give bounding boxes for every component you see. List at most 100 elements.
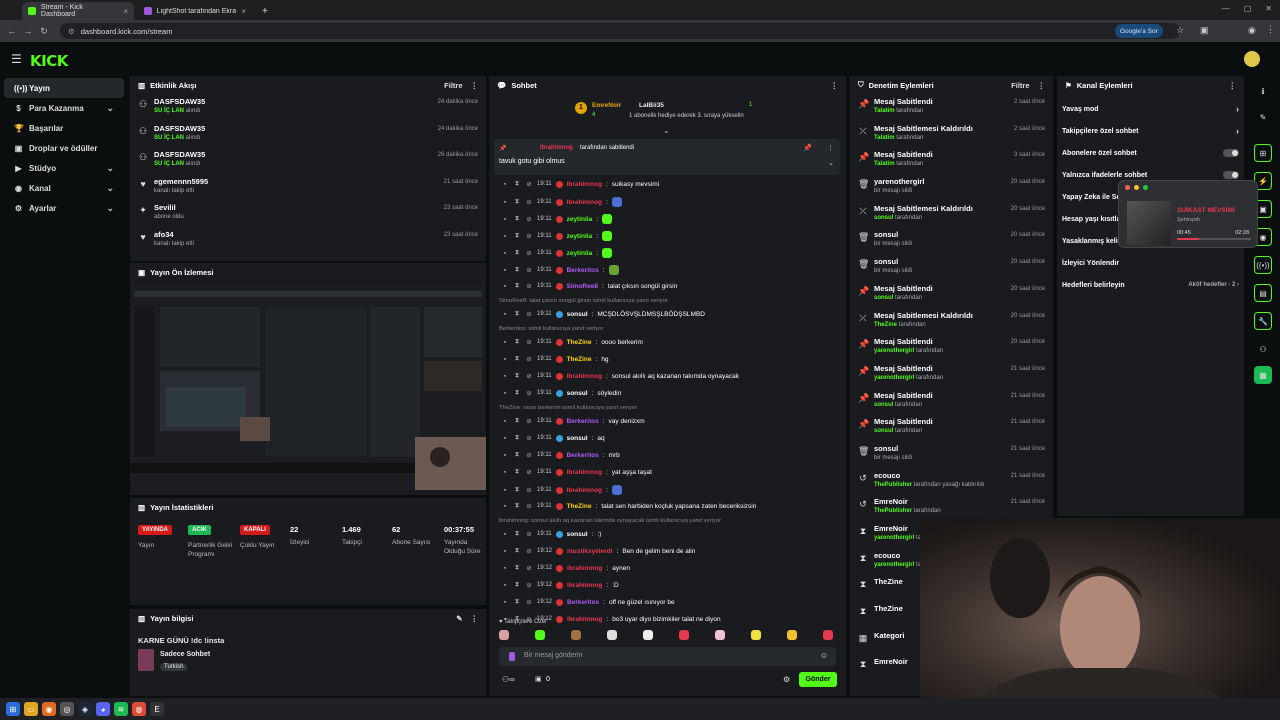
pin-message-icon[interactable]: ▪ <box>501 356 509 363</box>
message-username[interactable]: mustiksyelerdi <box>567 548 613 555</box>
timeout-icon[interactable]: ⧗ <box>513 180 521 188</box>
chat-message[interactable]: ▪ ⧗ ⊘ 19:11 sonsul::) <box>501 530 601 538</box>
steam-icon[interactable]: ◈ <box>78 702 92 716</box>
spotify-icon[interactable]: ≋ <box>114 702 128 716</box>
ban-icon[interactable]: ⊘ <box>525 266 533 274</box>
timeout-icon[interactable]: ⧗ <box>513 266 521 274</box>
channel-action-item[interactable]: Abonelere özel sohbet <box>1057 142 1244 164</box>
epic-games-icon[interactable]: E <box>150 702 164 716</box>
close-tab-icon[interactable]: × <box>241 7 246 16</box>
profile-icon[interactable]: ◉ <box>1248 25 1256 36</box>
timeout-icon[interactable]: ⧗ <box>513 338 521 346</box>
message-username[interactable]: Berkeritos <box>567 418 599 425</box>
message-username[interactable]: sonsul <box>567 390 588 397</box>
pencil-icon[interactable]: ✎ <box>1254 108 1272 126</box>
window-controls[interactable]: — ▢ ✕ <box>1222 4 1272 13</box>
file-explorer-icon[interactable]: ▭ <box>24 702 38 716</box>
close-window-icon[interactable]: ✕ <box>1265 4 1272 13</box>
timeout-icon[interactable]: ⧗ <box>513 417 521 425</box>
wrench-icon[interactable]: 🔧 <box>1254 312 1272 330</box>
timeout-icon[interactable]: ⧗ <box>513 451 521 459</box>
moderation-item[interactable]: 📌 Mesaj Sabitlendi sonsul tarafından 21 saa… <box>850 414 1053 441</box>
ban-icon[interactable]: ⊘ <box>525 468 533 476</box>
windows-start-icon[interactable]: ⊞ <box>6 702 20 716</box>
timeout-icon[interactable]: ⧗ <box>513 564 521 572</box>
site-info-icon[interactable]: ⚙ <box>68 27 75 36</box>
pin-message-icon[interactable]: ▪ <box>501 216 509 223</box>
chevron-down-icon[interactable]: ⌄ <box>106 203 114 214</box>
moderation-item[interactable]: 🗑 sonsul bir mesajı sildi 20 saat önce <box>850 254 1053 281</box>
forward-icon[interactable]: → <box>20 26 36 36</box>
sidebar-item-3[interactable]: ▣ Droplar ve ödüller <box>4 138 124 158</box>
timeout-icon[interactable]: ⧗ <box>513 249 521 257</box>
message-username[interactable]: sonsul <box>567 435 588 442</box>
activity-item[interactable]: ⚇ DASFSDAW35 SU İÇ LAN alındı 24 dakika önc… <box>130 94 486 121</box>
send-button[interactable]: Gönder <box>799 672 837 687</box>
toggle-switch[interactable] <box>1223 149 1239 157</box>
pin-message-icon[interactable]: ▪ <box>501 339 509 346</box>
timeout-icon[interactable]: ⧗ <box>513 547 521 555</box>
moderation-item[interactable]: 📌 Mesaj Sabitlendi Talatim tarafından 2 saa… <box>850 94 1053 121</box>
chevron-right-icon[interactable]: › <box>1236 126 1239 136</box>
timeout-icon[interactable]: ⧗ <box>513 389 521 397</box>
chat-message[interactable]: ▪ ⧗ ⊘ 19:11 sonsul: MCŞDLÖSVŞLDMSŞLBÖDŞSLMBD <box>501 310 705 318</box>
firefox-icon[interactable]: ◉ <box>42 702 56 716</box>
emote-icon[interactable] <box>643 630 653 640</box>
tab-stream[interactable]: Stream - Kick Dashboard × <box>22 2 134 20</box>
moderation-item[interactable]: 📌 Mesaj Sabitlendi sonsul tarafından 21 saa… <box>850 388 1053 415</box>
kick-logo[interactable]: KICK <box>30 52 68 70</box>
ban-icon[interactable]: ⊘ <box>525 598 533 606</box>
info-more-icon[interactable]: ⋮ <box>471 614 479 623</box>
emote-icon[interactable] <box>823 630 833 640</box>
gift-box-icon[interactable]: ▦ <box>1254 366 1272 384</box>
chevron-down-icon[interactable]: ⌄ <box>106 103 114 114</box>
chat-message[interactable]: ▪ ⧗ ⊘ 19:11 lbrahimnog: <box>501 485 622 495</box>
timeout-icon[interactable]: ⧗ <box>513 215 521 223</box>
chat-message[interactable]: ▪ ⧗ ⊘ 19:11 sonsul: söyledin <box>501 389 621 397</box>
channel-action-item[interactable]: Takipçilere özel sohbet › <box>1057 120 1244 142</box>
chat-message[interactable]: ▪ ⧗ ⊘ 19:12 lbrahimnog: aynen <box>501 564 630 572</box>
moderation-filter-button[interactable]: Filtre <box>1011 81 1029 90</box>
emote-icon[interactable] <box>715 630 725 640</box>
moderation-item[interactable]: 🗑 sonsul bir mesajı sildi 21 saat önce <box>850 441 1053 468</box>
minimize-icon[interactable]: — <box>1222 4 1230 13</box>
pin-message-icon[interactable]: ▪ <box>501 487 509 494</box>
chat-message[interactable]: ▪ ⧗ ⊘ 19:11 sonsul: aq <box>501 434 605 442</box>
timeout-icon[interactable]: ⧗ <box>513 468 521 476</box>
pin-message-icon[interactable]: ▪ <box>501 250 509 257</box>
message-username[interactable]: SimoRee8 <box>567 283 598 290</box>
layout-icon[interactable]: ⊞ <box>1254 144 1272 162</box>
ban-icon[interactable]: ⊘ <box>525 486 533 494</box>
message-username[interactable]: sonsul <box>567 531 588 538</box>
channel-points-icon[interactable]: ⚇∞ <box>502 675 515 684</box>
message-username[interactable]: lbrahimnog <box>567 181 602 188</box>
new-tab-button[interactable]: + <box>256 2 272 20</box>
ban-icon[interactable]: ⊘ <box>525 310 533 318</box>
timeout-icon[interactable]: ⧗ <box>513 486 521 494</box>
moderation-item[interactable]: ⤫ Mesaj Sabitlemesi Kaldırıldı sonsul tara… <box>850 201 1053 228</box>
pin-message-icon[interactable]: ▪ <box>501 531 509 538</box>
chevron-right-icon[interactable]: › <box>1236 104 1239 114</box>
chat-message[interactable]: ▪ ⧗ ⊘ 19:11 SimoRee8: talat çıksın songül gir… <box>501 282 677 290</box>
timeout-icon[interactable]: ⧗ <box>513 581 521 589</box>
chat-message[interactable]: ▪ ⧗ ⊘ 19:11 TheZine: hg <box>501 355 609 363</box>
ban-icon[interactable]: ⊘ <box>525 451 533 459</box>
close-tab-icon[interactable]: × <box>123 7 128 16</box>
ban-icon[interactable]: ⊘ <box>525 417 533 425</box>
timeout-icon[interactable]: ⧗ <box>513 434 521 442</box>
maximize-dot-icon[interactable] <box>1143 185 1148 190</box>
emote-icon[interactable] <box>751 630 761 640</box>
user-avatar[interactable] <box>1244 51 1260 67</box>
moderation-more-icon[interactable]: ⋮ <box>1038 81 1046 90</box>
chevron-down-icon[interactable]: ⌄ <box>106 183 114 194</box>
activity-item[interactable]: ✦ Sevilil abone oldu 23 saat önce <box>130 200 486 227</box>
timeout-icon[interactable]: ⧗ <box>513 372 521 380</box>
pin-message-icon[interactable]: ▪ <box>501 283 509 290</box>
pinned-more-icon[interactable]: ⋮ <box>827 144 834 152</box>
mic-icon[interactable] <box>509 652 515 661</box>
chat-message[interactable]: ▪ ⧗ ⊘ 19:11 lbrahimnog: <box>501 197 622 207</box>
top-gifter-name[interactable]: EmreNoir <box>592 102 621 109</box>
chat-message[interactable]: ▪ ⧗ ⊘ 19:11 zeytinlia: <box>501 214 613 224</box>
timeout-icon[interactable]: ⧗ <box>513 502 521 510</box>
chat-message[interactable]: ▪ ⧗ ⊘ 19:11 zeytinlia: <box>501 248 613 258</box>
